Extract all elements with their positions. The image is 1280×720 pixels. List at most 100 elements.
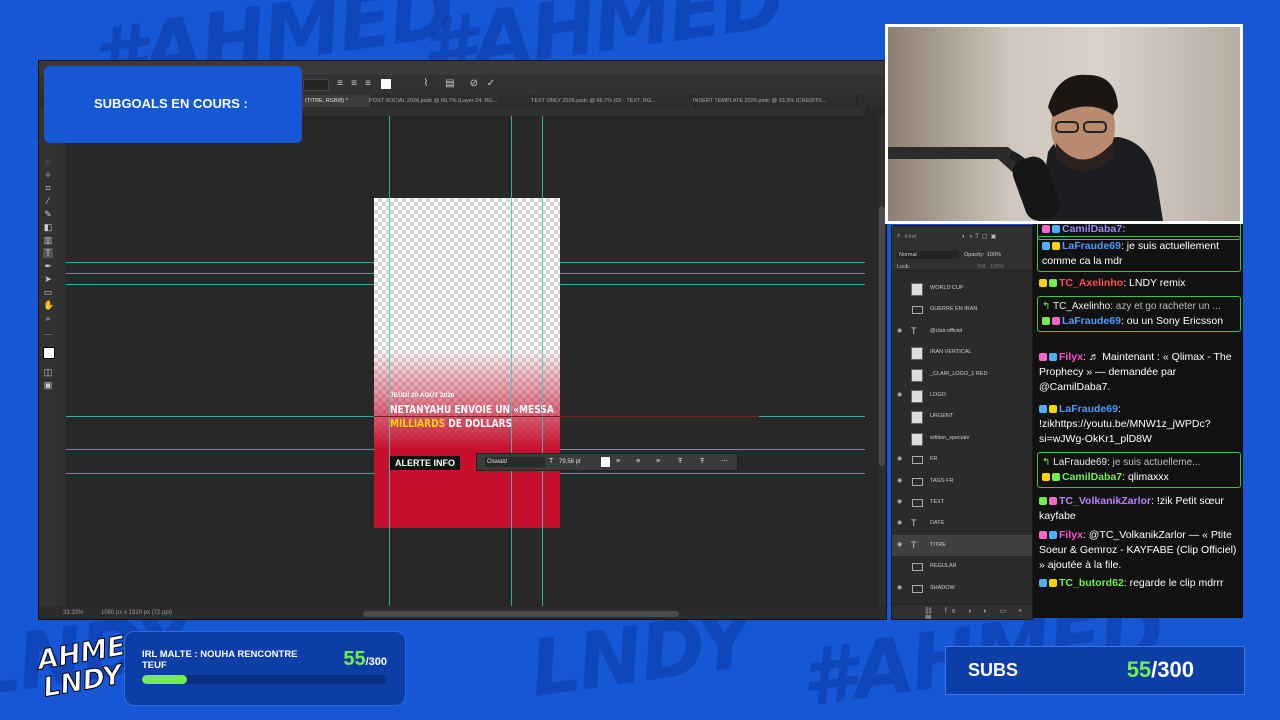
gradient-tool-icon[interactable]: ▥: [43, 235, 53, 245]
tab-titre[interactable]: (TITRE, RGB/8) *: [301, 95, 372, 107]
brush-tool-icon[interactable]: ✎: [43, 209, 53, 219]
tab-post-social[interactable]: POST SOCIAL 2026.psdc @ 66,7% (Layer 24,…: [365, 95, 534, 107]
layer-actions-icons[interactable]: ⛓ fx ◑ ◐ ▭ + 🗑: [924, 607, 1032, 619]
scrollbar-thumb[interactable]: [879, 206, 885, 466]
crop-tool-icon[interactable]: ⌗: [43, 183, 53, 193]
layer-row[interactable]: IRAN VERTICAL: [892, 342, 1032, 363]
layer-row[interactable]: WORLD CUP: [892, 278, 1032, 299]
chat-username[interactable]: LaFraude69: [1062, 240, 1121, 252]
opacity-value[interactable]: 100%: [987, 251, 1001, 259]
headline-line-2: MILLIARDS DE DOLLARS: [390, 417, 554, 431]
layer-row[interactable]: ◉ T DATE: [892, 513, 1032, 534]
align-left-icon[interactable]: ≡: [335, 79, 345, 89]
more-tools-icon[interactable]: ⋯: [43, 329, 53, 339]
post-headline[interactable]: NETANYAHU ENVOIE UN «MESSA MILLIARDS DE …: [390, 403, 554, 431]
font-size-field[interactable]: [303, 79, 329, 91]
text-color-swatch[interactable]: [381, 79, 391, 89]
filter-icons[interactable]: ◐◑T▢▣: [962, 233, 999, 240]
tab-text-only[interactable]: TEXT ONLY 2026.psdc @ 66,7% (02 - TEXT, …: [527, 95, 696, 107]
tab-insert-template[interactable]: INSERT TEMPLATE 2026.psdc @ 33,3% (CREDI…: [689, 95, 858, 107]
chat-username[interactable]: TC_VolkanikZarlor: [1059, 495, 1151, 507]
layer-row[interactable]: _CLAIR_LOGO_1 RED: [892, 364, 1032, 385]
blend-mode-select[interactable]: Normal: [897, 251, 959, 259]
commit-icon[interactable]: ✓: [486, 79, 496, 89]
font-size-value[interactable]: 79,56 pt: [559, 457, 595, 467]
pen-tool-icon[interactable]: ✒: [43, 261, 53, 271]
layer-thumbnail: [911, 283, 923, 296]
layer-row[interactable]: GUERRE EN IRAN: [892, 299, 1032, 320]
layer-row[interactable]: ◉ T @clair.officiel: [892, 321, 1032, 342]
chat-username[interactable]: CamilDaba7: [1062, 471, 1122, 483]
visibility-eye-icon[interactable]: ◉: [897, 471, 902, 492]
layer-row[interactable]: ◉ TAGS FR: [892, 471, 1032, 492]
text-transform-icon[interactable]: Ŧ: [678, 457, 682, 467]
quick-mask-icon[interactable]: ◫: [43, 367, 53, 377]
chat-username[interactable]: Filyx: [1059, 351, 1083, 363]
folder-icon: [912, 477, 923, 486]
align-right-icon[interactable]: ≡: [656, 457, 660, 467]
layer-name: FR: [930, 456, 938, 463]
visibility-eye-icon[interactable]: ◉: [897, 513, 902, 534]
warp-text-icon[interactable]: ⌇: [421, 79, 431, 89]
reply-text: azy et go racheter un ...: [1113, 301, 1221, 312]
foreground-color-swatch[interactable]: [43, 347, 55, 359]
type-tool-icon[interactable]: T: [43, 248, 53, 258]
chat-badge-icon: [1042, 225, 1050, 234]
visibility-eye-icon[interactable]: ◉: [897, 321, 902, 342]
layer-row[interactable]: ◉ LOGO: [892, 385, 1032, 406]
text-color-swatch[interactable]: [601, 457, 610, 467]
layer-thumbnail: [911, 347, 923, 361]
layer-row[interactable]: REGULAR: [892, 556, 1032, 577]
magic-wand-icon[interactable]: ✧: [43, 170, 53, 180]
alerte-info-badge[interactable]: ALERTE INFO: [390, 456, 460, 470]
chat-username[interactable]: TC_Axelinho: [1059, 277, 1123, 289]
zoom-level[interactable]: 33.33%: [63, 607, 83, 619]
align-left-icon[interactable]: ≡: [616, 457, 620, 467]
headline-highlight: MILLIARDS: [390, 417, 446, 430]
screen-mode-icon[interactable]: ▣: [43, 380, 53, 390]
eraser-tool-icon[interactable]: ◧: [43, 222, 53, 232]
chat-username[interactable]: TC_butord62: [1059, 577, 1124, 589]
layer-row[interactable]: ◉ TEXT: [892, 492, 1032, 513]
subs-counter: SUBS 55/300: [945, 646, 1245, 695]
text-options-icon[interactable]: Ŧ: [700, 457, 704, 467]
chat-username[interactable]: LaFraude69: [1062, 315, 1121, 327]
chat-username[interactable]: CamilDaba7:: [1062, 224, 1126, 235]
horizontal-scrollbar[interactable]: [363, 611, 679, 617]
post-date[interactable]: JEUDI 20 AOUT 2026: [390, 392, 454, 399]
guide-line: [511, 116, 512, 606]
visibility-eye-icon[interactable]: ◉: [897, 385, 902, 406]
layer-name: REGULAR: [930, 563, 957, 570]
hand-tool-icon[interactable]: ✋: [43, 300, 54, 310]
align-center-icon[interactable]: ≡: [349, 79, 359, 89]
chat-badge-icon: [1049, 497, 1057, 506]
chat-message: Filyx: ♬ Maintenant : « Qlimax - The Pro…: [1039, 350, 1237, 395]
align-right-icon[interactable]: ≡: [363, 79, 373, 89]
visibility-eye-icon[interactable]: ◉: [897, 449, 902, 470]
lasso-tool-icon[interactable]: ◌: [43, 157, 53, 167]
font-family-select[interactable]: Oswald: [485, 457, 545, 467]
rectangle-tool-icon[interactable]: ▭: [43, 287, 53, 297]
layer-row[interactable]: ◉ FR: [892, 449, 1032, 470]
document-canvas[interactable]: JEUDI 20 AOUT 2026 NETANYAHU ENVOIE UN «…: [374, 198, 560, 528]
layer-filter-input[interactable]: Kind: [905, 233, 957, 241]
more-options-icon[interactable]: ⋯: [721, 457, 728, 467]
layer-row[interactable]: edition_speciale: [892, 428, 1032, 449]
eyedropper-icon[interactable]: ⁄: [43, 196, 53, 206]
path-select-icon[interactable]: ➤: [43, 274, 53, 284]
layer-row[interactable]: URGENT: [892, 406, 1032, 427]
zoom-tool-icon[interactable]: ⌕: [43, 313, 53, 323]
visibility-eye-icon[interactable]: ◉: [897, 492, 902, 513]
character-panel-icon[interactable]: ▤: [445, 79, 455, 89]
layer-row[interactable]: ◉ T TITRE: [892, 534, 1032, 556]
chat-username[interactable]: LaFraude69: [1059, 403, 1118, 415]
cancel-icon[interactable]: ⊘: [469, 79, 479, 89]
fill-value[interactable]: 100%: [990, 264, 1004, 270]
layer-row[interactable]: ◉ SHADOW: [892, 578, 1032, 599]
align-center-icon[interactable]: ≡: [636, 457, 640, 467]
visibility-eye-icon[interactable]: ◉: [897, 535, 902, 556]
canvas-area[interactable]: JEUDI 20 AOUT 2026 NETANYAHU ENVOIE UN «…: [66, 116, 865, 606]
layers-panel: ⌕ Kind ◐◑T▢▣ Normal Opacity: 100% Lock: …: [891, 225, 1033, 620]
visibility-eye-icon[interactable]: ◉: [897, 578, 902, 599]
chat-username[interactable]: Filyx: [1059, 529, 1083, 541]
